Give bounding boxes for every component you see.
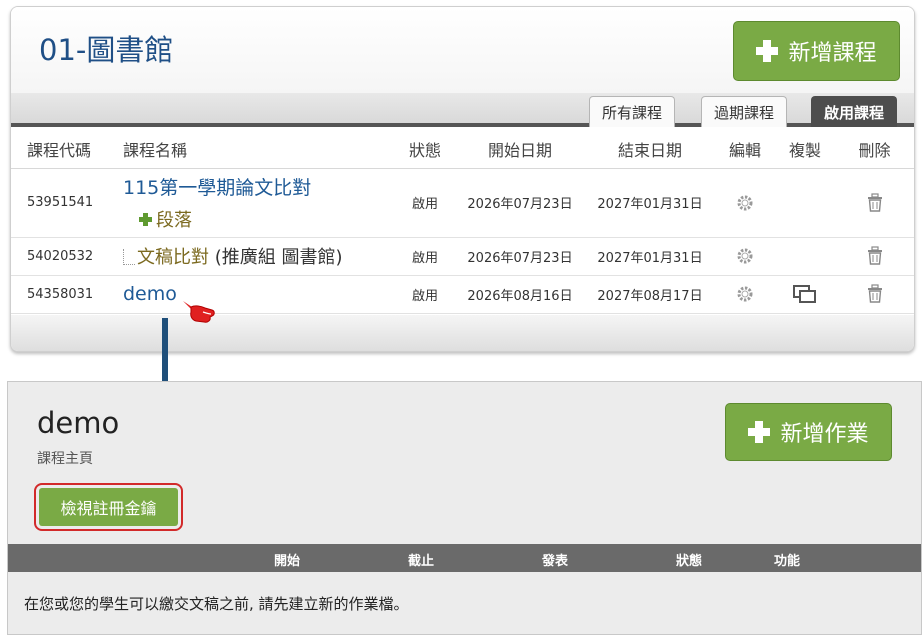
col-start: 開始 [274, 554, 301, 569]
table-header-row: 課程代碼 課程名稱 狀態 開始日期 結束日期 編輯 複製 刪除 [11, 131, 914, 169]
table-row: 54020532 文稿比對 (推廣組 圖書館) 啟用 2026年07月23日 2… [11, 237, 914, 276]
tree-connector [123, 249, 135, 265]
course-subtitle: 課程主頁 [37, 451, 93, 467]
course-name-cell: 115第一學期論文比對 段落 [107, 168, 395, 238]
course-table: 課程代碼 課程名稱 狀態 開始日期 結束日期 編輯 複製 刪除 53951541… [11, 131, 914, 314]
course-start-date: 2026年08月16日 [455, 275, 585, 314]
edit-cell [715, 237, 775, 276]
gear-icon[interactable] [735, 248, 755, 264]
course-status: 啟用 [395, 168, 455, 238]
header-delete: 刪除 [835, 131, 914, 169]
edit-cell [715, 168, 775, 238]
add-section-link[interactable]: 段落 [139, 206, 395, 232]
course-status: 啟用 [395, 275, 455, 314]
assignment-table-header: 開始 截止 發表 狀態 功能 [8, 544, 921, 572]
copy-cell [775, 168, 835, 238]
delete-cell [835, 168, 914, 238]
course-title: demo [37, 406, 120, 440]
header-name: 課程名稱 [107, 131, 395, 169]
add-assignment-label: 新增作業 [780, 422, 869, 447]
course-tabs: 所有課程 過期課程 啟用課程 [11, 93, 914, 127]
header-edit: 編輯 [715, 131, 775, 169]
header-status: 狀態 [395, 131, 455, 169]
view-key-highlight: 檢視註冊金鑰 [34, 483, 183, 531]
course-code: 54358031 [11, 275, 107, 314]
gear-icon[interactable] [735, 195, 755, 210]
delete-cell [835, 275, 914, 314]
course-code: 54020532 [11, 237, 107, 276]
course-status: 啟用 [395, 237, 455, 276]
section-label: 段落 [156, 210, 192, 231]
panel-footer [11, 315, 914, 351]
copy-cell [775, 275, 835, 314]
trash-icon[interactable] [866, 246, 884, 265]
header-end-date: 結束日期 [585, 131, 715, 169]
tab-active-courses[interactable]: 啟用課程 [811, 96, 898, 127]
course-list-panel: 01-圖書館 新增課程 所有課程 過期課程 啟用課程 課程代碼 課程名稱 狀態 … [10, 6, 915, 352]
gear-icon[interactable] [735, 286, 755, 302]
header-start-date: 開始日期 [455, 131, 585, 169]
course-code: 53951541 [11, 168, 107, 238]
col-actions: 功能 [774, 554, 801, 569]
course-end-date: 2027年01月31日 [585, 237, 715, 276]
header-code: 課程代碼 [11, 131, 107, 169]
course-name-cell: demo [107, 275, 395, 314]
tab-expired-courses[interactable]: 過期課程 [701, 96, 788, 127]
subcourse-link[interactable]: 文稿比對 [137, 247, 209, 268]
header-copy: 複製 [775, 131, 835, 169]
add-assignment-button[interactable]: 新增作業 [725, 403, 892, 461]
page-title: 01-圖書館 [39, 33, 174, 67]
course-name-cell: 文稿比對 (推廣組 圖書館) [107, 237, 395, 276]
pointing-hand-icon [183, 301, 215, 323]
copy-icon[interactable] [793, 285, 817, 303]
plus-icon [748, 421, 771, 443]
plus-icon [756, 40, 779, 62]
table-row: 54358031 demo 啟用 2026年08月16日 2027年08月17日 [11, 275, 914, 314]
col-due: 截止 [408, 554, 435, 569]
course-end-date: 2027年08月17日 [585, 275, 715, 314]
view-enrollment-key-button[interactable]: 檢視註冊金鑰 [39, 488, 178, 526]
empty-assignments-message: 在您或您的學生可以繳交文稿之前, 請先建立新的作業檔。 [24, 595, 409, 613]
course-end-date: 2027年01月31日 [585, 168, 715, 238]
copy-cell [775, 237, 835, 276]
edit-cell [715, 275, 775, 314]
delete-cell [835, 237, 914, 276]
course-link-demo[interactable]: demo [123, 283, 177, 305]
course-start-date: 2026年07月23日 [455, 168, 585, 238]
course-start-date: 2026年07月23日 [455, 237, 585, 276]
panel-header: 01-圖書館 新增課程 [11, 7, 914, 93]
trash-icon[interactable] [866, 284, 884, 303]
course-home-panel: demo 課程主頁 新增作業 檢視註冊金鑰 開始 截止 發表 狀態 功能 在您或… [7, 381, 922, 635]
col-post: 發表 [542, 554, 569, 569]
course-link[interactable]: 115第一學期論文比對 [123, 173, 395, 200]
subcourse-suffix: (推廣組 圖書館) [209, 247, 343, 268]
table-row: 53951541 115第一學期論文比對 段落 啟用 2026年07月23日 2… [11, 168, 914, 238]
trash-icon[interactable] [866, 192, 884, 212]
add-course-button[interactable]: 新增課程 [733, 21, 900, 81]
plus-icon [139, 212, 152, 226]
add-course-label: 新增課程 [788, 41, 877, 66]
tab-all-courses[interactable]: 所有課程 [589, 96, 676, 127]
col-status: 狀態 [676, 554, 703, 569]
